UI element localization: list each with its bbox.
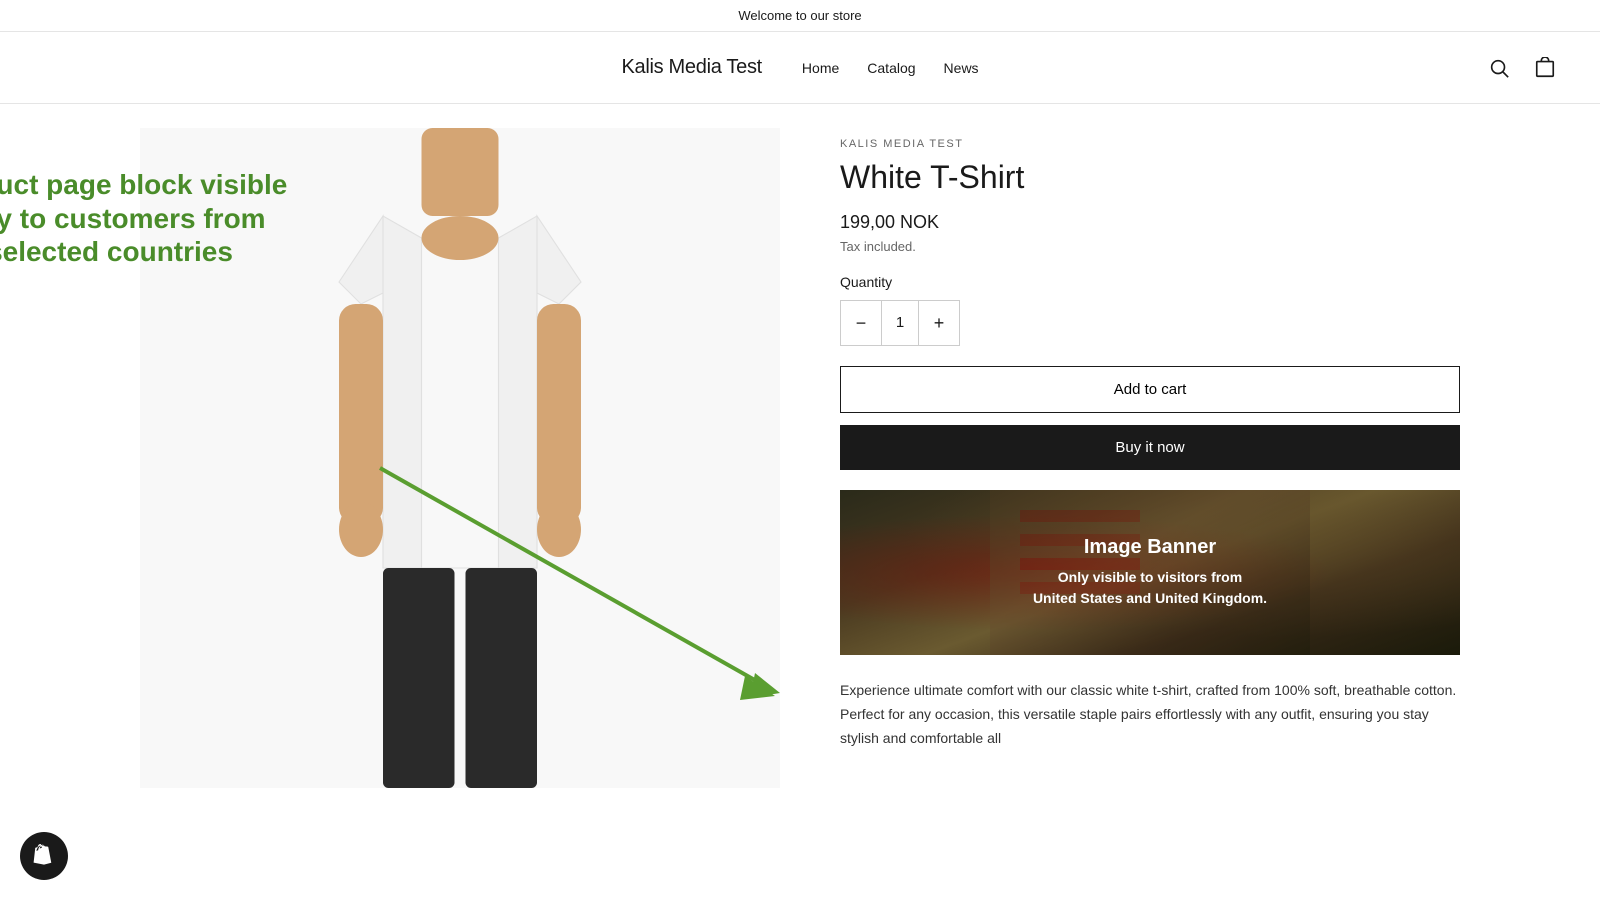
tshirt-figure [140,128,780,788]
quantity-control: − 1 + [840,300,960,346]
header-center: Kalis Media Test Home Catalog News [621,56,978,79]
product-image-container [140,128,780,788]
quantity-value: 1 [881,301,919,345]
nav-catalog[interactable]: Catalog [867,60,915,76]
tax-note: Tax included. [840,239,1460,254]
search-button[interactable] [1484,53,1514,83]
image-banner: Image Banner Only visible to visitors fr… [840,490,1460,655]
product-image-svg [280,128,640,788]
header-right [979,53,1560,83]
product-price: 199,00 NOK [840,212,1460,233]
announcement-bar: Welcome to our store [0,0,1600,32]
banner-subtitle: Only visible to visitors fromUnited Stat… [1033,567,1267,609]
shopify-badge[interactable] [20,832,68,880]
cart-icon [1534,57,1556,79]
main-content: Product page block visible only to custo… [100,104,1500,812]
main-nav: Home Catalog News [802,60,979,76]
add-to-cart-button[interactable]: Add to cart [840,366,1460,413]
cart-button[interactable] [1530,53,1560,83]
product-description: Experience ultimate comfort with our cla… [840,679,1460,750]
quantity-decrease-button[interactable]: − [841,301,881,345]
announcement-text: Welcome to our store [738,8,861,23]
nav-news[interactable]: News [944,60,979,76]
nav-home[interactable]: Home [802,60,839,76]
shopify-icon [31,843,57,869]
product-gallery: Product page block visible only to custo… [140,128,780,788]
quantity-label: Quantity [840,274,1460,290]
product-info: KALIS MEDIA TEST White T-Shirt 199,00 NO… [840,128,1460,788]
buy-now-button[interactable]: Buy it now [840,425,1460,470]
quantity-increase-button[interactable]: + [919,301,959,345]
brand-label: KALIS MEDIA TEST [840,138,1460,150]
banner-title: Image Banner [1084,536,1216,559]
product-title: White T-Shirt [840,158,1460,196]
store-name: Kalis Media Test [621,56,761,79]
search-icon [1488,57,1510,79]
header: Kalis Media Test Home Catalog News [0,32,1600,104]
